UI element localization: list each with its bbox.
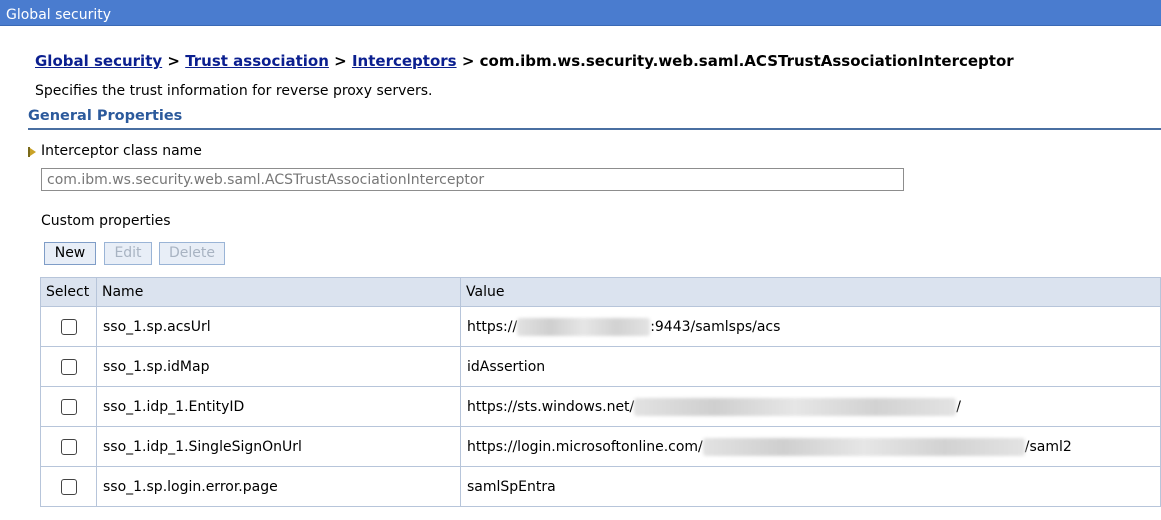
redacted-value	[634, 397, 957, 416]
delete-button[interactable]: Delete	[159, 242, 225, 265]
property-value-prefix: idAssertion	[467, 358, 546, 375]
page-description: Specifies the trust information for reve…	[35, 83, 433, 99]
column-header-select: Select	[40, 277, 97, 307]
table-row: sso_1.sp.login.error.page samlSpEntra	[40, 466, 1161, 507]
property-name[interactable]: sso_1.idp_1.EntityID	[96, 386, 461, 427]
row-checkbox[interactable]	[60, 358, 77, 375]
redacted-value	[517, 317, 651, 336]
property-value-suffix: /	[956, 398, 961, 415]
breadcrumb: Global security > Trust association > In…	[35, 52, 1014, 70]
row-checkbox[interactable]	[60, 478, 77, 495]
table-row: sso_1.sp.acsUrl https:// :9443/samlsps/ac…	[40, 306, 1161, 347]
interceptor-class-name-field[interactable]	[41, 168, 904, 191]
property-value-prefix: https://login.microsoftonline.com/	[467, 438, 703, 455]
breadcrumb-link-interceptors[interactable]: Interceptors	[352, 52, 457, 70]
breadcrumb-current: com.ibm.ws.security.web.saml.ACSTrustAss…	[479, 52, 1014, 70]
column-header-name[interactable]: Name	[96, 277, 461, 307]
window-title-bar: Global security	[0, 0, 1161, 26]
property-value: idAssertion	[460, 346, 1161, 387]
edit-button[interactable]: Edit	[104, 242, 152, 265]
row-checkbox[interactable]	[60, 318, 77, 335]
table-row: sso_1.sp.idMap idAssertion	[40, 346, 1161, 387]
property-value: https:// :9443/samlsps/acs	[460, 306, 1161, 347]
breadcrumb-separator: >	[167, 52, 180, 70]
property-name[interactable]: sso_1.idp_1.SingleSignOnUrl	[96, 426, 461, 467]
property-value-prefix: https://sts.windows.net/	[467, 398, 635, 415]
property-name[interactable]: sso_1.sp.login.error.page	[96, 466, 461, 507]
property-name[interactable]: sso_1.sp.idMap	[96, 346, 461, 387]
select-cell	[40, 346, 97, 387]
property-value-suffix: :9443/samlsps/acs	[650, 318, 781, 335]
table-header-row: Select Name Value	[40, 277, 1161, 307]
select-cell	[40, 466, 97, 507]
property-value: https://sts.windows.net/ /	[460, 386, 1161, 427]
table-row: sso_1.idp_1.SingleSignOnUrl https://logi…	[40, 426, 1161, 467]
breadcrumb-link-global-security[interactable]: Global security	[35, 52, 162, 70]
breadcrumb-separator: >	[461, 52, 475, 70]
column-header-value[interactable]: Value	[460, 277, 1161, 307]
property-value: samlSpEntra	[460, 466, 1161, 507]
custom-properties-table: Select Name Value sso_1.sp.acsUrl https:…	[40, 277, 1161, 507]
select-cell	[40, 386, 97, 427]
custom-properties-label: Custom properties	[41, 213, 171, 229]
property-value-suffix: /saml2	[1024, 438, 1072, 455]
property-value-prefix: https://	[467, 318, 518, 335]
required-field-icon	[28, 147, 36, 157]
interceptor-class-name-label: Interceptor class name	[41, 143, 202, 159]
property-value-prefix: samlSpEntra	[467, 478, 556, 495]
select-cell	[40, 426, 97, 467]
breadcrumb-separator: >	[334, 52, 347, 70]
row-checkbox[interactable]	[60, 398, 77, 415]
section-title-general-properties: General Properties	[28, 108, 1161, 130]
select-cell	[40, 306, 97, 347]
redacted-value	[702, 437, 1025, 456]
new-button[interactable]: New	[44, 242, 96, 265]
table-row: sso_1.idp_1.EntityID https://sts.windows…	[40, 386, 1161, 427]
property-value: https://login.microsoftonline.com/ /saml2	[460, 426, 1161, 467]
breadcrumb-link-trust-association[interactable]: Trust association	[185, 52, 329, 70]
window-title: Global security	[6, 7, 112, 23]
row-checkbox[interactable]	[60, 438, 77, 455]
property-name[interactable]: sso_1.sp.acsUrl	[96, 306, 461, 347]
